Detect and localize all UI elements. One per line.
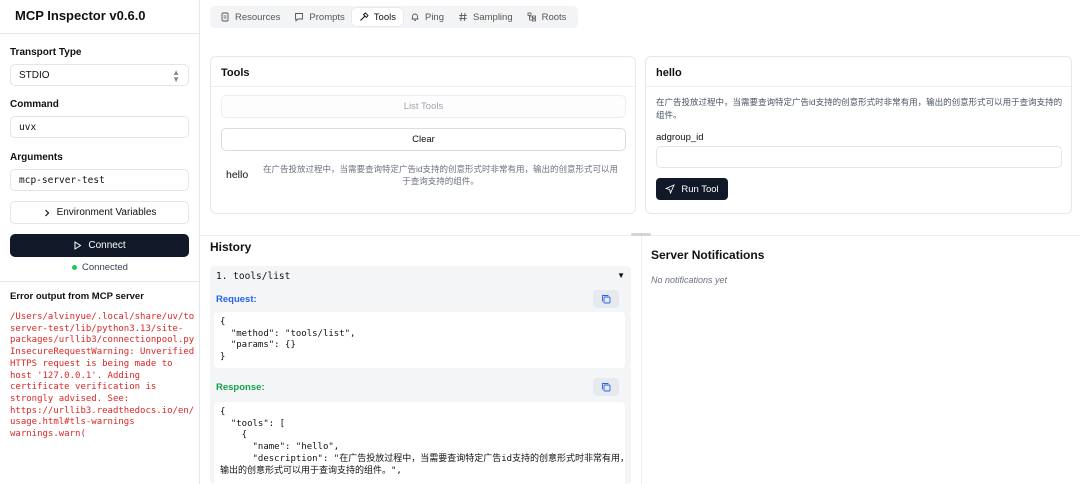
environment-variables-label: Environment Variables: [56, 207, 157, 218]
list-tools-button[interactable]: List Tools: [221, 95, 626, 118]
run-tool-label: Run Tool: [681, 183, 719, 195]
card-divider: [646, 86, 1071, 87]
tool-detail-description: 在广告投放过程中，当需要查询特定广告id支持的创意形式时非常有用，输出的创意形式…: [656, 97, 1063, 120]
environment-variables-button[interactable]: Environment Variables: [10, 201, 189, 224]
tools-card-title: Tools: [221, 67, 250, 79]
copy-request-button[interactable]: [593, 290, 619, 308]
adgroup-id-label: adgroup_id: [656, 132, 704, 143]
tab-resources-label: Resources: [235, 11, 281, 23]
file-icon: [221, 12, 229, 22]
send-icon: [665, 184, 676, 194]
card-divider: [211, 86, 635, 87]
tool-description: 在广告投放过程中，当需要查询特定广告id支持的创意形式时非常有用，输出的创意形式…: [262, 164, 619, 186]
folder-tree-icon: [527, 12, 536, 22]
copy-icon: [602, 383, 611, 392]
error-output-title: Error output from MCP server: [10, 291, 144, 302]
run-tool-button[interactable]: Run Tool: [656, 178, 728, 200]
arguments-input[interactable]: mcp-server-test: [10, 169, 189, 191]
command-label: Command: [10, 99, 59, 110]
tools-card: Tools List Tools Clear hello 在广告投放过程中，当需…: [210, 56, 636, 214]
tool-list-item[interactable]: hello 在广告投放过程中，当需要查询特定广告id支持的创意形式时非常有用，输…: [221, 161, 626, 189]
tab-sampling-label: Sampling: [473, 11, 513, 23]
play-icon: [74, 241, 82, 250]
arguments-value: mcp-server-test: [19, 174, 105, 186]
error-output-text: /Users/alvinyue/.local/share/uv/to serve…: [10, 312, 195, 440]
request-code: { "method": "tools/list", "params": {} }: [214, 312, 625, 368]
hammer-icon: [359, 12, 369, 21]
copy-response-button[interactable]: [593, 378, 619, 396]
command-value: uvx: [19, 121, 37, 133]
sidebar-divider: [0, 33, 200, 34]
app-title: MCP Inspector v0.6.0: [15, 8, 146, 23]
transport-type-select[interactable]: STDIO ▲ ▼: [10, 64, 189, 86]
tool-detail-title: hello: [656, 67, 682, 79]
sidebar-divider: [0, 281, 200, 282]
chevron-right-icon: [44, 209, 49, 216]
adgroup-id-input[interactable]: [656, 146, 1062, 168]
tab-ping-label: Ping: [424, 11, 444, 23]
transport-type-label: Transport Type: [10, 47, 82, 58]
tab-resources[interactable]: Resources: [213, 8, 287, 26]
sidebar: MCP Inspector v0.6.0 Transport Type STDI…: [0, 0, 200, 484]
request-label: Request:: [216, 294, 257, 305]
response-code: { "tools": [ { "name": "hello", "descrip…: [214, 402, 625, 484]
tool-detail-card: hello 在广告投放过程中，当需要查询特定广告id支持的创意形式时非常有用，输…: [645, 56, 1072, 214]
tab-roots-label: Roots: [541, 11, 567, 23]
history-entry-title[interactable]: 1. tools/list: [216, 271, 290, 282]
connect-button[interactable]: Connect: [10, 234, 189, 257]
connection-status-text: Connected: [82, 262, 128, 273]
response-label: Response:: [216, 382, 265, 393]
tab-roots[interactable]: Roots: [520, 8, 574, 26]
tab-prompts-label: Prompts: [309, 11, 345, 23]
notifications-empty-text: No notifications yet: [651, 275, 728, 285]
history-entry: 1. tools/list ▼ Request: { "method": "to…: [210, 266, 631, 484]
tab-prompts[interactable]: Prompts: [287, 8, 351, 26]
status-dot-icon: [72, 265, 78, 270]
connection-status: Connected: [0, 262, 200, 273]
tab-ping[interactable]: Ping: [403, 8, 451, 26]
message-icon: [295, 13, 304, 22]
tab-sampling[interactable]: Sampling: [451, 8, 520, 26]
transport-type-value: STDIO: [19, 69, 50, 81]
connect-label: Connect: [88, 240, 126, 251]
tab-tools-label: Tools: [373, 11, 396, 23]
command-input[interactable]: uvx: [10, 116, 189, 138]
tab-tools[interactable]: Tools: [351, 8, 403, 26]
copy-icon: [602, 295, 611, 304]
clear-button[interactable]: Clear: [221, 128, 626, 151]
collapse-toggle-icon[interactable]: ▼: [617, 271, 625, 280]
chevron-updown-icon: ▲ ▼: [172, 68, 180, 84]
tab-bar: Resources Prompts Tools Ping Sampling Ro…: [210, 6, 578, 28]
tool-name: hello: [226, 169, 249, 181]
history-title: History: [210, 240, 252, 254]
server-notifications-title: Server Notifications: [651, 248, 765, 262]
vertical-divider: [641, 236, 642, 484]
arguments-label: Arguments: [10, 152, 63, 163]
bell-icon: [411, 13, 419, 21]
hash-icon: [459, 12, 467, 22]
